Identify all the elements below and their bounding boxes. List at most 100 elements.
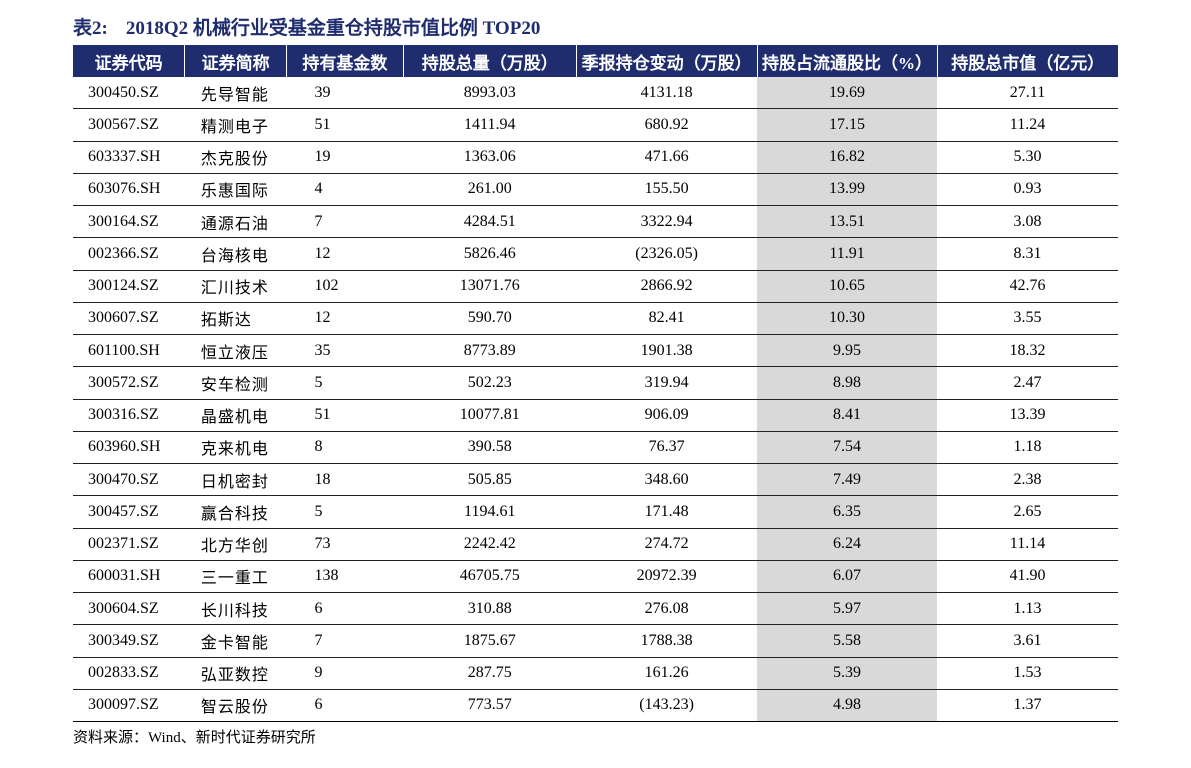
cell-name: 乐惠国际 xyxy=(184,173,287,207)
cell-total-shares: 773.57 xyxy=(403,689,577,723)
cell-change: 471.66 xyxy=(576,141,758,174)
cell-total-shares: 287.75 xyxy=(403,657,577,690)
cell-change: 2866.92 xyxy=(576,270,758,303)
table-row: 002366.SZ 台海核电 12 5826.46 (2326.05) 11.91 8.31 xyxy=(73,237,1118,271)
cell-market-value: 27.11 xyxy=(937,77,1118,110)
cell-fund-count: 12 xyxy=(286,302,404,336)
cell-total-shares: 2242.42 xyxy=(403,528,577,561)
cell-code: 300124.SZ xyxy=(73,270,185,303)
cell-name: 长川科技 xyxy=(184,592,287,626)
table-row: 300097.SZ 智云股份 6 773.57 (143.23) 4.98 1.37 xyxy=(73,689,1118,723)
cell-code: 603960.SH xyxy=(73,431,185,465)
cell-name: 杰克股份 xyxy=(184,141,287,174)
cell-market-value: 1.18 xyxy=(937,431,1118,465)
cell-float-ratio: 6.07 xyxy=(757,560,937,594)
cell-market-value: 1.53 xyxy=(937,657,1118,690)
cell-total-shares: 5826.46 xyxy=(403,237,577,271)
cell-total-shares: 1363.06 xyxy=(403,141,577,174)
cell-float-ratio: 16.82 xyxy=(757,141,937,174)
cell-total-shares: 4284.51 xyxy=(403,205,577,239)
cell-change: (143.23) xyxy=(576,689,758,723)
cell-name: 台海核电 xyxy=(184,237,287,271)
cell-market-value: 11.24 xyxy=(937,108,1118,142)
cell-name: 金卡智能 xyxy=(184,624,287,658)
header-fund-count: 持有基金数 xyxy=(285,45,404,77)
fund-holdings-table: 证券代码 证券简称 持有基金数 持股总量（万股） 季报持仓变动（万股） 持股占流… xyxy=(73,45,1118,723)
cell-market-value: 5.30 xyxy=(937,141,1118,174)
cell-total-shares: 505.85 xyxy=(403,463,577,497)
cell-change: 82.41 xyxy=(576,302,758,336)
cell-fund-count: 9 xyxy=(286,657,404,690)
cell-float-ratio: 8.98 xyxy=(757,366,937,400)
cell-float-ratio: 5.58 xyxy=(757,624,937,658)
cell-total-shares: 502.23 xyxy=(403,366,577,400)
cell-name: 北方华创 xyxy=(184,528,287,561)
cell-code: 603076.SH xyxy=(73,173,185,207)
cell-total-shares: 13071.76 xyxy=(403,270,577,303)
cell-float-ratio: 7.49 xyxy=(757,463,937,497)
cell-fund-count: 138 xyxy=(286,560,404,594)
cell-change: 319.94 xyxy=(576,366,758,400)
cell-total-shares: 46705.75 xyxy=(403,560,577,594)
table-row: 603960.SH 克来机电 8 390.58 76.37 7.54 1.18 xyxy=(73,431,1118,465)
cell-market-value: 3.08 xyxy=(937,205,1118,239)
cell-name: 通源石油 xyxy=(184,205,287,239)
table-row: 300567.SZ 精测电子 51 1411.94 680.92 17.15 11.24 xyxy=(73,108,1118,142)
table-row: 603337.SH 杰克股份 19 1363.06 471.66 16.82 5.30 xyxy=(73,141,1118,174)
cell-total-shares: 590.70 xyxy=(403,302,577,336)
cell-fund-count: 8 xyxy=(286,431,404,465)
cell-code: 002833.SZ xyxy=(73,657,185,690)
cell-name: 日机密封 xyxy=(184,463,287,497)
cell-total-shares: 261.00 xyxy=(403,173,577,207)
cell-code: 603337.SH xyxy=(73,141,185,174)
cell-change: 680.92 xyxy=(576,108,758,142)
cell-market-value: 2.47 xyxy=(937,366,1118,400)
cell-float-ratio: 6.24 xyxy=(757,528,937,561)
cell-float-ratio: 19.69 xyxy=(757,77,937,110)
header-name: 证券简称 xyxy=(184,45,287,77)
cell-float-ratio: 5.39 xyxy=(757,657,937,690)
cell-name: 智云股份 xyxy=(184,689,287,723)
cell-float-ratio: 7.54 xyxy=(757,431,937,465)
table-row: 002833.SZ 弘亚数控 9 287.75 161.26 5.39 1.53 xyxy=(73,657,1118,690)
cell-code: 300097.SZ xyxy=(73,689,185,723)
table-row: 002371.SZ 北方华创 73 2242.42 274.72 6.24 11.14 xyxy=(73,528,1118,561)
cell-code: 300457.SZ xyxy=(73,495,185,529)
cell-change: 906.09 xyxy=(576,399,758,432)
cell-market-value: 41.90 xyxy=(937,560,1118,594)
cell-change: 4131.18 xyxy=(576,77,758,110)
table-title: 表2: 2018Q2 机械行业受基金重仓持股市值比例 TOP20 xyxy=(73,14,540,44)
cell-fund-count: 19 xyxy=(286,141,404,174)
cell-name: 克来机电 xyxy=(184,431,287,465)
cell-code: 601100.SH xyxy=(73,334,185,368)
cell-name: 安车检测 xyxy=(184,366,287,400)
cell-market-value: 3.61 xyxy=(937,624,1118,658)
cell-float-ratio: 13.99 xyxy=(757,173,937,207)
cell-total-shares: 8993.03 xyxy=(403,77,577,110)
cell-float-ratio: 8.41 xyxy=(757,399,937,432)
cell-code: 300567.SZ xyxy=(73,108,185,142)
header-change: 季报持仓变动（万股） xyxy=(575,45,758,77)
header-market-value: 持股总市值（亿元） xyxy=(936,45,1118,77)
cell-market-value: 3.55 xyxy=(937,302,1118,336)
cell-change: 276.08 xyxy=(576,592,758,626)
cell-name: 先导智能 xyxy=(184,77,287,110)
cell-market-value: 2.38 xyxy=(937,463,1118,497)
table-row: 601100.SH 恒立液压 35 8773.89 1901.38 9.95 18.32 xyxy=(73,334,1118,368)
cell-name: 拓斯达 xyxy=(184,302,287,336)
cell-market-value: 13.39 xyxy=(937,399,1118,432)
table-title-text: 2018Q2 机械行业受基金重仓持股市值比例 TOP20 xyxy=(125,18,541,39)
cell-code: 300607.SZ xyxy=(73,302,185,336)
table-row: 300124.SZ 汇川技术 102 13071.76 2866.92 10.65 42.7… xyxy=(73,270,1118,303)
cell-fund-count: 5 xyxy=(286,366,404,400)
cell-market-value: 18.32 xyxy=(937,334,1118,368)
table-body: 300450.SZ 先导智能 39 8993.03 4131.18 19.69 27.11 3… xyxy=(73,77,1118,723)
cell-code: 300450.SZ xyxy=(73,77,185,110)
cell-fund-count: 35 xyxy=(286,334,404,368)
cell-name: 恒立液压 xyxy=(184,334,287,368)
table-row: 300450.SZ 先导智能 39 8993.03 4131.18 19.69 27.11 xyxy=(73,77,1118,110)
table-row: 300607.SZ 拓斯达 12 590.70 82.41 10.30 3.55 xyxy=(73,302,1118,336)
cell-float-ratio: 5.97 xyxy=(757,592,937,626)
cell-fund-count: 4 xyxy=(286,173,404,207)
cell-code: 300572.SZ xyxy=(73,366,185,400)
